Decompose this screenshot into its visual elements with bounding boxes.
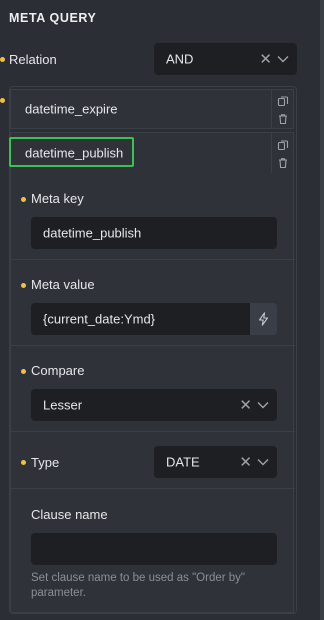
repeater-item-actions — [272, 89, 294, 129]
chevron-down-icon[interactable] — [277, 55, 289, 63]
repeater-item-fields: Meta key datetime_publish Meta value {cu… — [10, 173, 295, 613]
repeater-item-title-bar[interactable]: datetime_expire — [10, 89, 272, 129]
clone-icon[interactable] — [277, 139, 289, 151]
compare-select[interactable]: Lesser ✕ — [31, 389, 277, 421]
control-indicator-dot — [21, 369, 26, 374]
chevron-down-icon[interactable] — [257, 401, 269, 409]
selection-highlight — [9, 137, 134, 167]
meta-value-label: Meta value — [31, 277, 95, 292]
trash-icon[interactable] — [277, 157, 289, 169]
clause-name-input[interactable] — [31, 533, 277, 565]
meta-value-value: {current_date:Ymd} — [43, 311, 156, 327]
control-indicator-dot — [21, 283, 26, 288]
compare-label: Compare — [31, 363, 85, 378]
close-icon[interactable]: ✕ — [239, 396, 252, 414]
type-label: Type — [31, 455, 60, 470]
control-indicator-dot — [21, 197, 26, 202]
relation-label: Relation — [9, 52, 57, 67]
control-indicator-dot — [0, 98, 5, 103]
divider — [11, 345, 295, 346]
compare-value: Lesser — [43, 397, 83, 413]
clause-name-hint: Set clause name to be used as "Order by"… — [31, 572, 246, 599]
clause-name-label: Clause name — [31, 507, 108, 522]
divider — [11, 431, 295, 432]
close-icon[interactable]: ✕ — [259, 50, 272, 68]
divider — [11, 488, 295, 489]
repeater-item-title: datetime_expire — [25, 101, 118, 117]
meta-key-value: datetime_publish — [43, 225, 142, 241]
close-icon[interactable]: ✕ — [239, 453, 252, 471]
scrollbar-thumb[interactable] — [320, 0, 324, 620]
chevron-down-icon[interactable] — [257, 458, 269, 466]
type-value: DATE — [166, 454, 200, 470]
meta-key-input[interactable]: datetime_publish — [31, 217, 277, 249]
panel-title: META QUERY — [9, 11, 97, 25]
relation-value: AND — [166, 51, 194, 67]
type-select[interactable]: DATE ✕ — [154, 446, 277, 478]
bolt-icon — [258, 312, 269, 326]
meta-value-input[interactable]: {current_date:Ymd} — [31, 303, 250, 335]
relation-select[interactable]: AND ✕ — [154, 43, 297, 75]
clone-icon[interactable] — [277, 95, 289, 107]
trash-icon[interactable] — [277, 113, 289, 125]
divider — [11, 259, 295, 260]
dynamic-data-button[interactable] — [250, 303, 277, 335]
control-indicator-dot — [21, 460, 26, 465]
control-indicator-dot — [0, 57, 5, 62]
meta-key-label: Meta key — [31, 191, 84, 206]
repeater-item-actions — [272, 132, 294, 174]
